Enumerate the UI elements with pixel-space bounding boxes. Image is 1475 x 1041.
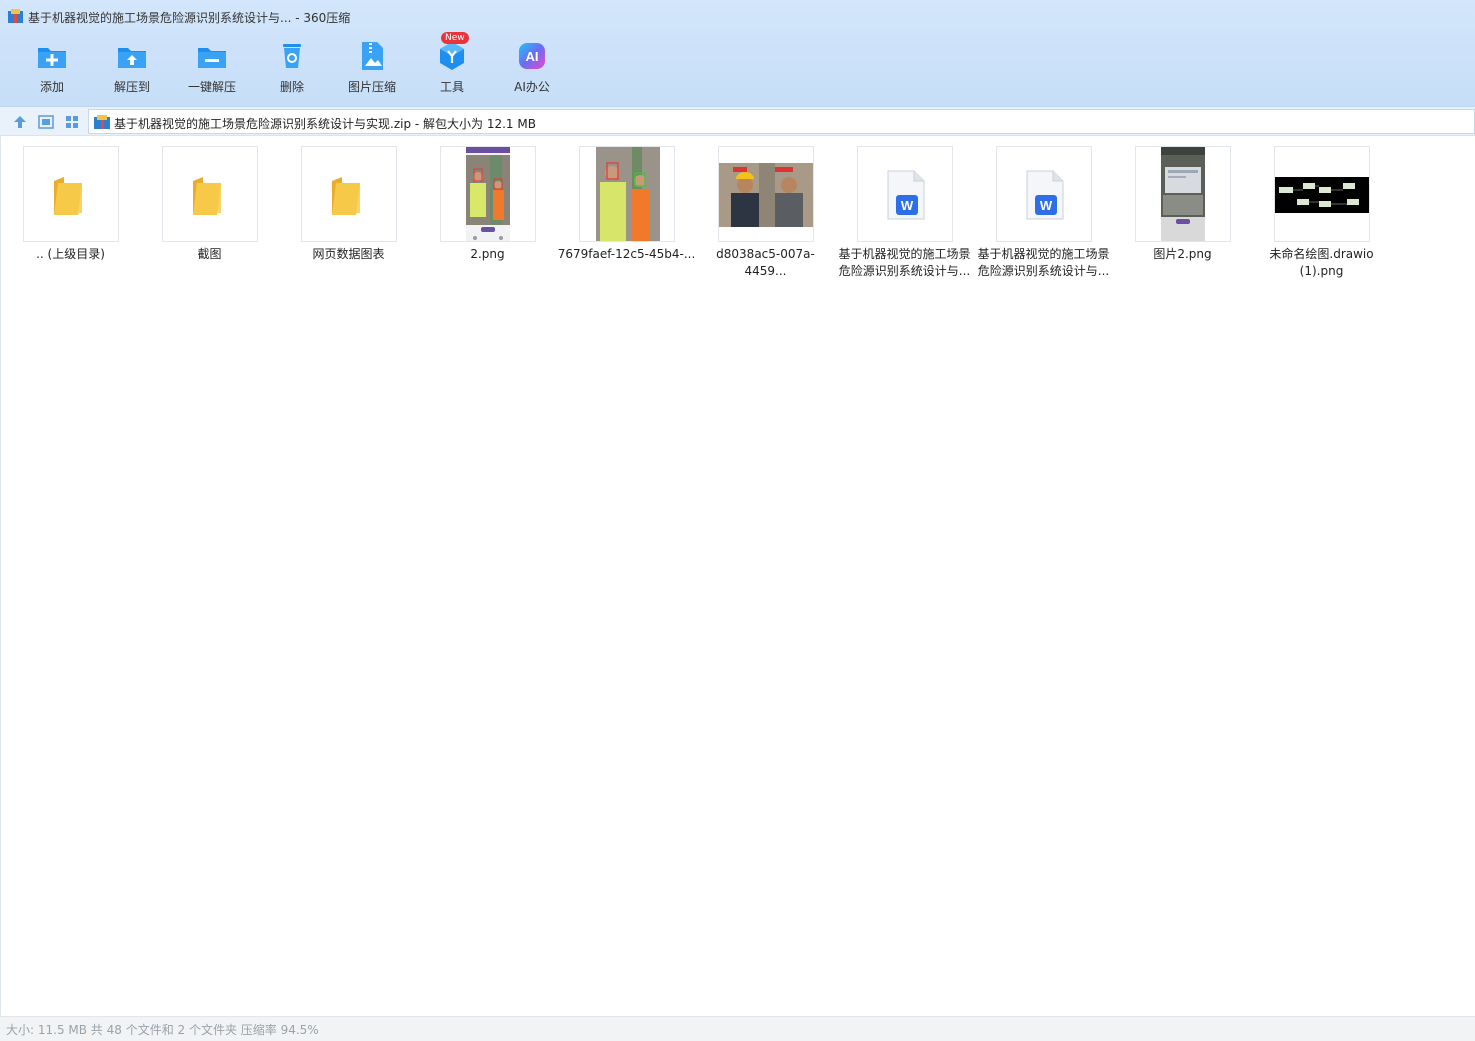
svg-text:W: W	[901, 198, 914, 213]
file-item-image[interactable]: 7679faef-12c5-45b4-...	[557, 146, 696, 286]
image-compress-button[interactable]: 图片压缩	[332, 38, 412, 100]
file-name: 基于机器视觉的施工场景危险源识别系统设计与...	[838, 247, 971, 278]
image-thumbnail	[579, 146, 675, 242]
add-folder-icon	[38, 48, 66, 68]
address-bar[interactable]: 基于机器视觉的施工场景危险源识别系统设计与实现.zip - 解包大小为 12.1…	[88, 109, 1475, 134]
title-bar: 基于机器视觉的施工场景危险源识别系统设计与... - 360压缩	[0, 0, 1475, 32]
detail-view-icon[interactable]	[38, 114, 54, 130]
one-click-extract-icon	[198, 48, 226, 68]
file-item-image[interactable]: 图片2.png	[1113, 146, 1252, 286]
laptop-photo-image	[1161, 147, 1205, 241]
toolbar: 添加 解压到 一键解压 删除 图片压缩 工具 AI AI办公	[12, 38, 572, 100]
add-label: 添加	[39, 80, 64, 94]
delete-label: 删除	[279, 80, 304, 94]
tools-button[interactable]: 工具	[412, 38, 492, 100]
header-area: 基于机器视觉的施工场景危险源识别系统设计与... - 360压缩 添加 解压到	[0, 0, 1475, 106]
extract-to-icon	[118, 48, 146, 68]
file-name: 7679faef-12c5-45b4-...	[557, 247, 696, 261]
document-thumbnail: W	[857, 146, 953, 242]
file-name: 基于机器视觉的施工场景危险源识别系统设计与...	[977, 247, 1110, 278]
image-compress-label: 图片压缩	[347, 80, 396, 94]
status-bar: 大小: 11.5 MB 共 48 个文件和 2 个文件夹 压缩率 94.5%	[0, 1016, 1475, 1041]
image-thumbnail	[718, 146, 814, 242]
address-row: 基于机器视觉的施工场景危险源识别系统设计与实现.zip - 解包大小为 12.1…	[0, 106, 1475, 136]
document-thumbnail: W	[996, 146, 1092, 242]
word-document-icon: W	[1026, 170, 1064, 220]
window-title: 基于机器视觉的施工场景危险源识别系统设计与... - 360压缩	[28, 11, 351, 25]
word-document-icon: W	[887, 170, 925, 220]
svg-text:AI: AI	[526, 49, 539, 64]
file-name: .. (上级目录)	[36, 247, 105, 261]
svg-text:W: W	[1040, 198, 1053, 213]
ai-office-label: AI办公	[514, 80, 550, 94]
file-name: 图片2.png	[1153, 247, 1212, 261]
status-text: 大小: 11.5 MB 共 48 个文件和 2 个文件夹 压缩率 94.5%	[6, 1023, 319, 1037]
image-thumbnail	[1135, 146, 1231, 242]
file-item-image[interactable]: 未命名绘图.drawio (1).png	[1252, 146, 1391, 286]
file-name: d8038ac5-007a-4459...	[716, 247, 815, 278]
file-item-parent-folder[interactable]: .. (上级目录)	[1, 146, 140, 286]
recycle-bin-icon	[283, 44, 301, 68]
address-path: 基于机器视觉的施工场景危险源识别系统设计与实现.zip - 解包大小为 12.1…	[114, 117, 536, 131]
workers-landscape-image	[719, 163, 813, 227]
file-grid: .. (上级目录) 截图 网页数据图表 2.png 7679faef-12c5-…	[0, 136, 1475, 1016]
archive-app-icon	[8, 9, 23, 23]
file-item-folder[interactable]: 网页数据图表	[279, 146, 418, 286]
phone-screenshot-image	[466, 147, 510, 241]
file-item-document[interactable]: W 基于机器视觉的施工场景危险源识别系统设计与...	[974, 146, 1113, 286]
ai-office-button[interactable]: AI AI办公	[492, 38, 572, 100]
file-item-image[interactable]: d8038ac5-007a-4459...	[696, 146, 835, 286]
folder-icon	[54, 177, 82, 215]
folder-thumbnail	[162, 146, 258, 242]
up-arrow-icon[interactable]	[12, 114, 28, 130]
folder-thumbnail	[23, 146, 119, 242]
file-item-image[interactable]: 2.png	[418, 146, 557, 286]
image-thumbnail	[440, 146, 536, 242]
grid-view-icon[interactable]	[64, 114, 80, 130]
tools-label: 工具	[439, 80, 464, 94]
folder-icon	[332, 177, 360, 215]
diagram-image	[1275, 177, 1369, 213]
one-click-extract-button[interactable]: 一键解压	[172, 38, 252, 100]
delete-button[interactable]: 删除	[252, 38, 332, 100]
new-badge: New	[441, 32, 469, 44]
ai-office-icon: AI	[519, 43, 545, 69]
tools-icon	[440, 42, 464, 70]
file-name: 网页数据图表	[312, 247, 385, 261]
file-name: 2.png	[470, 247, 505, 261]
file-item-document[interactable]: W 基于机器视觉的施工场景危险源识别系统设计与...	[835, 146, 974, 286]
image-compress-icon	[362, 42, 383, 70]
folder-icon	[193, 177, 221, 215]
extract-to-label: 解压到	[113, 80, 150, 94]
file-item-folder[interactable]: 截图	[140, 146, 279, 286]
file-name: 截图	[197, 247, 222, 261]
image-thumbnail	[1274, 146, 1370, 242]
extract-to-button[interactable]: 解压到	[92, 38, 172, 100]
folder-thumbnail	[301, 146, 397, 242]
add-button[interactable]: 添加	[12, 38, 92, 100]
one-click-extract-label: 一键解压	[187, 80, 236, 94]
zip-file-icon	[94, 115, 110, 129]
file-name: 未命名绘图.drawio (1).png	[1269, 247, 1374, 278]
app-window: 基于机器视觉的施工场景危险源识别系统设计与... - 360压缩 添加 解压到	[0, 0, 1475, 1041]
workers-photo-image	[596, 147, 660, 241]
